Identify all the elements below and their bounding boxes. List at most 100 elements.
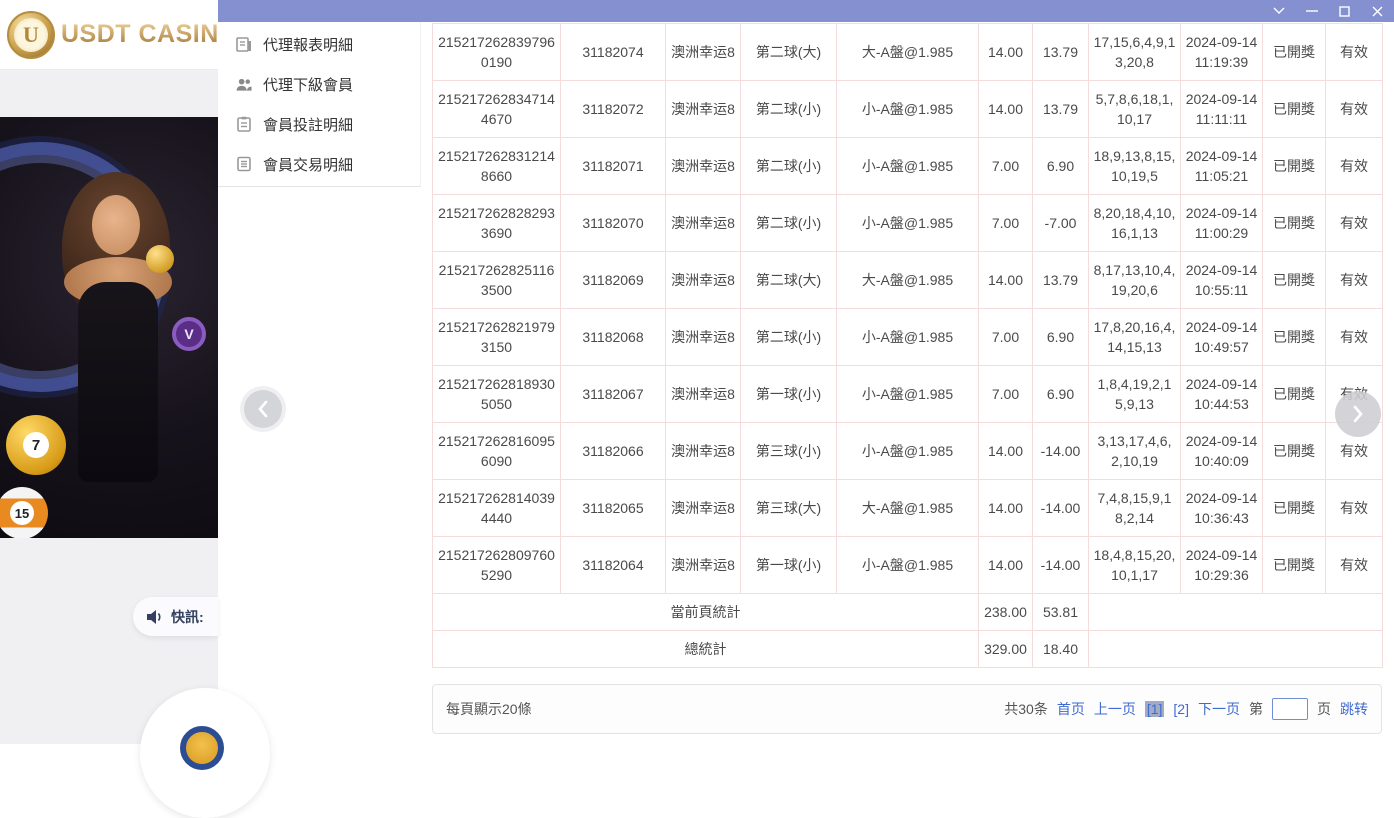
cell-amount: 14.00 xyxy=(979,252,1033,309)
carousel-next-button[interactable] xyxy=(1335,391,1381,437)
sidebar-item-agent-report[interactable]: 代理報表明細 xyxy=(218,24,420,64)
sidebar-item-member-transactions[interactable]: 會員交易明細 xyxy=(218,144,420,184)
cell-game: 澳洲幸运8 xyxy=(666,480,741,537)
cell-valid: 有效 xyxy=(1326,480,1383,537)
cell-numbers: 8,17,13,10,4,19,20,6 xyxy=(1089,252,1181,309)
coin-letter: U xyxy=(14,18,48,52)
sidebar-menu: 代理報表明細 代理下級會員 會員投註明細 會員交易明細 xyxy=(218,22,421,187)
summary-empty xyxy=(1089,594,1383,631)
cell-valid: 有效 xyxy=(1326,138,1383,195)
cell-order: 2152172628251163500 xyxy=(433,252,561,309)
maximize-button[interactable] xyxy=(1328,0,1361,22)
cell-order: 2152172628097605290 xyxy=(433,537,561,594)
speaker-icon xyxy=(146,609,164,625)
cell-id: 31182065 xyxy=(561,480,666,537)
close-button[interactable] xyxy=(1361,0,1394,22)
cell-winloss: 13.79 xyxy=(1033,81,1089,138)
cell-bet: 第三球(大) xyxy=(741,480,837,537)
cell-time: 2024-09-14 10:29:36 xyxy=(1181,537,1263,594)
page-number-1[interactable]: [1] xyxy=(1145,701,1165,717)
transaction-icon xyxy=(236,156,252,172)
news-label: 快訊: xyxy=(171,607,204,627)
table-row: 215217262831214866031182071澳洲幸运8第二球(小)小-… xyxy=(433,138,1383,195)
cell-time: 2024-09-14 10:49:57 xyxy=(1181,309,1263,366)
next-page-link[interactable]: 下一页 xyxy=(1198,699,1240,719)
first-page-link[interactable]: 首页 xyxy=(1057,699,1085,719)
jump-button[interactable]: 跳转 xyxy=(1340,699,1368,719)
cell-status: 已開獎 xyxy=(1263,138,1326,195)
cell-time: 2024-09-14 11:11:11 xyxy=(1181,81,1263,138)
cell-numbers: 18,9,13,8,15,10,19,5 xyxy=(1089,138,1181,195)
total-count-label: 共30条 xyxy=(1004,699,1048,719)
cell-winloss: 6.90 xyxy=(1033,366,1089,423)
bet-table-body: 215217262839796019031182074澳洲幸运8第二球(大)大-… xyxy=(433,24,1383,668)
summary-winloss: 53.81 xyxy=(1033,594,1089,631)
cell-bet: 第二球(大) xyxy=(741,24,837,81)
table-row: 215217262839796019031182074澳洲幸运8第二球(大)大-… xyxy=(433,24,1383,81)
cell-play: 小-A盤@1.985 xyxy=(837,423,979,480)
sidebar-item-agent-members[interactable]: 代理下級會員 xyxy=(218,64,420,104)
cell-winloss: -7.00 xyxy=(1033,195,1089,252)
cell-play: 大-A盤@1.985 xyxy=(837,480,979,537)
cell-amount: 14.00 xyxy=(979,423,1033,480)
cell-status: 已開獎 xyxy=(1263,24,1326,81)
summary-amount: 329.00 xyxy=(979,631,1033,668)
casino-chip: V xyxy=(172,317,206,351)
minimize-button[interactable] xyxy=(1295,0,1328,22)
sidebar-item-label: 代理報表明細 xyxy=(263,34,353,55)
cell-play: 小-A盤@1.985 xyxy=(837,537,979,594)
cell-numbers: 1,8,4,19,2,15,9,13 xyxy=(1089,366,1181,423)
cell-order: 2152172628397960190 xyxy=(433,24,561,81)
cell-game: 澳洲幸运8 xyxy=(666,537,741,594)
summary-winloss: 18.40 xyxy=(1033,631,1089,668)
page-jump-input[interactable] xyxy=(1272,698,1308,720)
main-content: 215217262839796019031182074澳洲幸运8第二球(大)大-… xyxy=(421,22,1394,744)
brand-name: USDT CASINO xyxy=(61,20,239,49)
window-titlebar xyxy=(218,0,1394,22)
cell-game: 澳洲幸运8 xyxy=(666,195,741,252)
summary-label: 總統計 xyxy=(433,631,979,668)
cell-valid: 有效 xyxy=(1326,195,1383,252)
cell-time: 2024-09-14 10:40:09 xyxy=(1181,423,1263,480)
chevron-right-icon xyxy=(1352,405,1364,423)
chevron-left-icon xyxy=(257,400,269,418)
cell-game: 澳洲幸运8 xyxy=(666,138,741,195)
cell-numbers: 7,4,8,15,9,18,2,14 xyxy=(1089,480,1181,537)
sidebar-item-label: 會員投註明細 xyxy=(263,114,353,135)
cell-winloss: 6.90 xyxy=(1033,138,1089,195)
cell-winloss: 6.90 xyxy=(1033,309,1089,366)
cell-valid: 有效 xyxy=(1326,537,1383,594)
page-number-2[interactable]: [2] xyxy=(1173,701,1189,717)
cell-id: 31182066 xyxy=(561,423,666,480)
cell-status: 已開獎 xyxy=(1263,252,1326,309)
cell-play: 小-A盤@1.985 xyxy=(837,195,979,252)
cell-id: 31182074 xyxy=(561,24,666,81)
jump-prefix-label: 第 xyxy=(1249,699,1263,719)
table-row: 215217262828293369031182070澳洲幸运8第二球(小)小-… xyxy=(433,195,1383,252)
customer-service-icon[interactable] xyxy=(180,726,224,770)
cell-bet: 第一球(小) xyxy=(741,366,837,423)
cell-time: 2024-09-14 11:19:39 xyxy=(1181,24,1263,81)
cell-numbers: 8,20,18,4,10,16,1,13 xyxy=(1089,195,1181,252)
promo-image[interactable]: V 7 15 xyxy=(0,117,218,538)
prev-page-link[interactable]: 上一页 xyxy=(1094,699,1136,719)
cell-order: 2152172628312148660 xyxy=(433,138,561,195)
cell-valid: 有效 xyxy=(1326,24,1383,81)
cell-bet: 第三球(小) xyxy=(741,423,837,480)
cell-time: 2024-09-14 11:00:29 xyxy=(1181,195,1263,252)
promo-model-face xyxy=(92,195,140,255)
pagination-bar: 每頁顯示20條 共30条 首页 上一页 [1] [2] 下一页 第 页 跳转 xyxy=(432,684,1382,734)
table-row: 215217262809760529031182064澳洲幸运8第一球(小)小-… xyxy=(433,537,1383,594)
cell-amount: 14.00 xyxy=(979,480,1033,537)
report-icon xyxy=(236,36,252,52)
cell-bet: 第二球(小) xyxy=(741,81,837,138)
chevron-down-icon[interactable] xyxy=(1262,0,1295,22)
sidebar-item-member-bets[interactable]: 會員投註明細 xyxy=(218,104,420,144)
table-row: 215217262821979315031182068澳洲幸运8第二球(小)小-… xyxy=(433,309,1383,366)
cell-bet: 第二球(大) xyxy=(741,252,837,309)
carousel-prev-button[interactable] xyxy=(244,390,282,428)
cell-numbers: 18,4,8,15,20,10,1,17 xyxy=(1089,537,1181,594)
cell-game: 澳洲幸运8 xyxy=(666,24,741,81)
cell-amount: 7.00 xyxy=(979,195,1033,252)
cell-status: 已開獎 xyxy=(1263,309,1326,366)
